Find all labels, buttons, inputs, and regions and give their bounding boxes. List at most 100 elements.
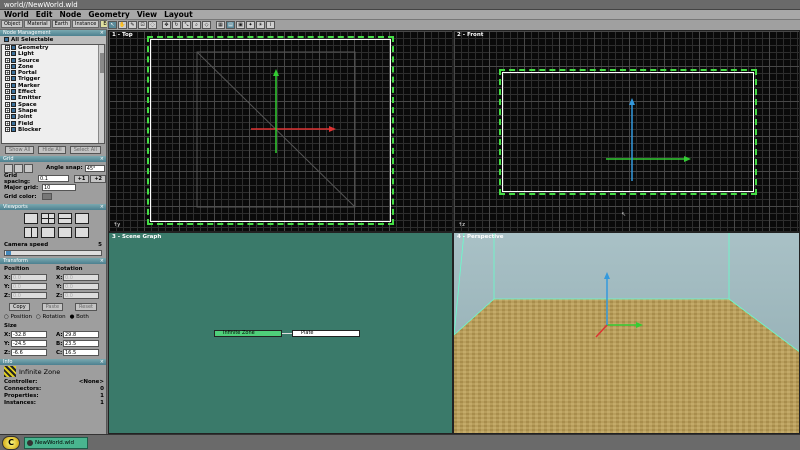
position-z-input[interactable]: 0.0: [11, 292, 47, 299]
layers-icon[interactable]: ▤: [226, 21, 235, 29]
tab-earth[interactable]: Earth: [51, 20, 72, 28]
menu-world[interactable]: World: [4, 10, 29, 19]
svg-text:↖: ↖: [621, 211, 626, 218]
viewports-header: Viewports ×: [0, 204, 106, 210]
radio-both[interactable]: ● Both: [70, 314, 89, 320]
grid-header: Grid ×: [0, 156, 106, 162]
view-icon[interactable]: ▣: [236, 21, 245, 29]
grid-plus2-button[interactable]: +2: [90, 174, 106, 183]
info-icon[interactable]: i: [266, 21, 275, 29]
tree-scrollbar[interactable]: [98, 45, 104, 143]
layout-top-3-icon[interactable]: [58, 227, 72, 238]
layout-split-3-icon[interactable]: [75, 213, 89, 224]
menu-edit[interactable]: Edit: [36, 10, 53, 19]
info-header: Info ×: [0, 359, 106, 365]
lasso-icon[interactable]: ◌: [148, 21, 157, 29]
paste-button[interactable]: Paste: [41, 303, 64, 311]
size-c-input[interactable]: 16.5: [63, 349, 99, 356]
rotate-icon[interactable]: ↻: [172, 21, 181, 29]
radio-position[interactable]: ○ Position: [4, 314, 32, 320]
light-icon[interactable]: ✦: [246, 21, 255, 29]
controller-value: <None>: [78, 378, 104, 385]
camera-speed-slider[interactable]: [4, 250, 102, 256]
scene-node-infinite-zone[interactable]: Infinite Zone: [214, 330, 282, 337]
size-a-input[interactable]: 29.8: [63, 331, 99, 338]
zone-type-icon: [4, 366, 16, 377]
edit-icon[interactable]: ✎: [128, 21, 137, 29]
grid-icon[interactable]: ▦: [216, 21, 225, 29]
rotation-x-input[interactable]: 0.0: [63, 274, 99, 281]
viewport-front[interactable]: 2 - Front ↖ ↑z: [453, 30, 800, 232]
rotation-y-input[interactable]: 0.0: [63, 283, 99, 290]
top-axes-gizmo[interactable]: ↑y: [109, 31, 453, 232]
grid-toggle-icon[interactable]: [14, 163, 23, 173]
grid-corner-icon[interactable]: [24, 163, 33, 173]
info-title: Infinite Zone: [19, 367, 61, 376]
angle-snap-label: Angle snap:: [46, 165, 83, 171]
move-icon[interactable]: ✥: [162, 21, 171, 29]
layout-split-v-icon[interactable]: [24, 227, 38, 238]
layout-split-h-icon[interactable]: [58, 213, 72, 224]
size-x-input[interactable]: -32.8: [11, 331, 47, 338]
viewport-perspective[interactable]: 4 - Perspective: [453, 232, 800, 434]
position-y-input[interactable]: 0.0: [11, 283, 47, 290]
menu-geometry[interactable]: Geometry: [88, 10, 129, 19]
radio-rotation[interactable]: ○ Rotation: [36, 314, 66, 320]
start-button[interactable]: C: [2, 436, 20, 450]
tab-instance[interactable]: Instance: [72, 20, 100, 28]
svg-text:↑y: ↑y: [113, 222, 120, 228]
arrow-icon[interactable]: ↖: [108, 21, 117, 29]
select-icon[interactable]: ⊡: [138, 21, 147, 29]
viewport-scene-graph[interactable]: 3 - Scene Graph Infinite Zone Plate: [108, 232, 453, 434]
position-label: Position: [4, 265, 30, 272]
layout-quad-icon[interactable]: [41, 213, 55, 224]
layout-single-icon[interactable]: [24, 213, 38, 224]
node-icon[interactable]: ◇: [202, 21, 211, 29]
major-grid-input[interactable]: 10: [42, 184, 76, 191]
layout-right-3-icon[interactable]: [75, 227, 89, 238]
scale-icon[interactable]: ⤡: [182, 21, 191, 29]
rotation-z-input[interactable]: 0.0: [63, 292, 99, 299]
taskbar-item-newworld[interactable]: NewWorld.wld: [24, 437, 88, 449]
front-axes-gizmo[interactable]: ↖ ↑z: [454, 31, 800, 232]
viewport-scene-graph-label: 3 - Scene Graph: [112, 234, 162, 240]
menu-node[interactable]: Node: [59, 10, 81, 19]
show-all-button[interactable]: Show All: [5, 146, 35, 154]
tree-item-blocker[interactable]: + Blocker: [2, 126, 104, 133]
menu-layout[interactable]: Layout: [164, 10, 193, 19]
grid-spacing-input[interactable]: 0.1: [37, 175, 69, 182]
zoom-icon[interactable]: ⌕: [192, 21, 201, 29]
position-x-input[interactable]: 0.0: [11, 274, 47, 281]
size-y-input[interactable]: -24.5: [11, 340, 47, 347]
hand-icon[interactable]: ✋: [118, 21, 127, 29]
scene-node-plate[interactable]: Plate: [292, 330, 360, 337]
grid-snap-icon[interactable]: [4, 163, 13, 173]
grid-color-swatch[interactable]: [42, 193, 52, 200]
scene-node-link: [282, 333, 292, 334]
viewport-top[interactable]: 1 - Top ↑y: [108, 30, 453, 232]
left-panel: Node Management × All Selectable + Geometr…: [0, 30, 107, 434]
connectors-value: 0: [100, 385, 104, 392]
size-z-input[interactable]: -6.6: [11, 349, 47, 356]
viewport-perspective-label: 4 - Perspective: [457, 234, 504, 240]
layout-left-3-icon[interactable]: [41, 227, 55, 238]
tab-material[interactable]: Material: [24, 20, 51, 28]
toolbar: ↖ ✋ ✎ ⊡ ◌ ✥ ↻ ⤡ ⌕ ◇ ▦ ▤ ▣ ✦ ☀ i: [107, 20, 800, 30]
sun-icon[interactable]: ☀: [256, 21, 265, 29]
size-label: Size: [4, 322, 17, 329]
menu-bar: World Edit Node Geometry View Layout: [0, 10, 800, 20]
checkbox-icon[interactable]: [4, 37, 9, 42]
hide-all-button[interactable]: Hide All: [38, 146, 66, 154]
tab-object[interactable]: Object: [1, 20, 24, 28]
reset-button[interactable]: Reset: [75, 303, 97, 311]
menu-view[interactable]: View: [137, 10, 157, 19]
copy-button[interactable]: Copy: [8, 303, 30, 311]
globe-icon: [27, 440, 33, 446]
perspective-scene[interactable]: [454, 233, 800, 434]
select-all-button[interactable]: Select All: [69, 146, 101, 154]
major-grid-label: Major grid:: [4, 184, 39, 191]
grid-plus1-button[interactable]: +1: [73, 174, 90, 183]
size-b-input[interactable]: 23.5: [63, 340, 99, 347]
all-selectable-row[interactable]: All Selectable: [0, 36, 106, 44]
angle-snap-select[interactable]: 45°: [84, 164, 105, 172]
